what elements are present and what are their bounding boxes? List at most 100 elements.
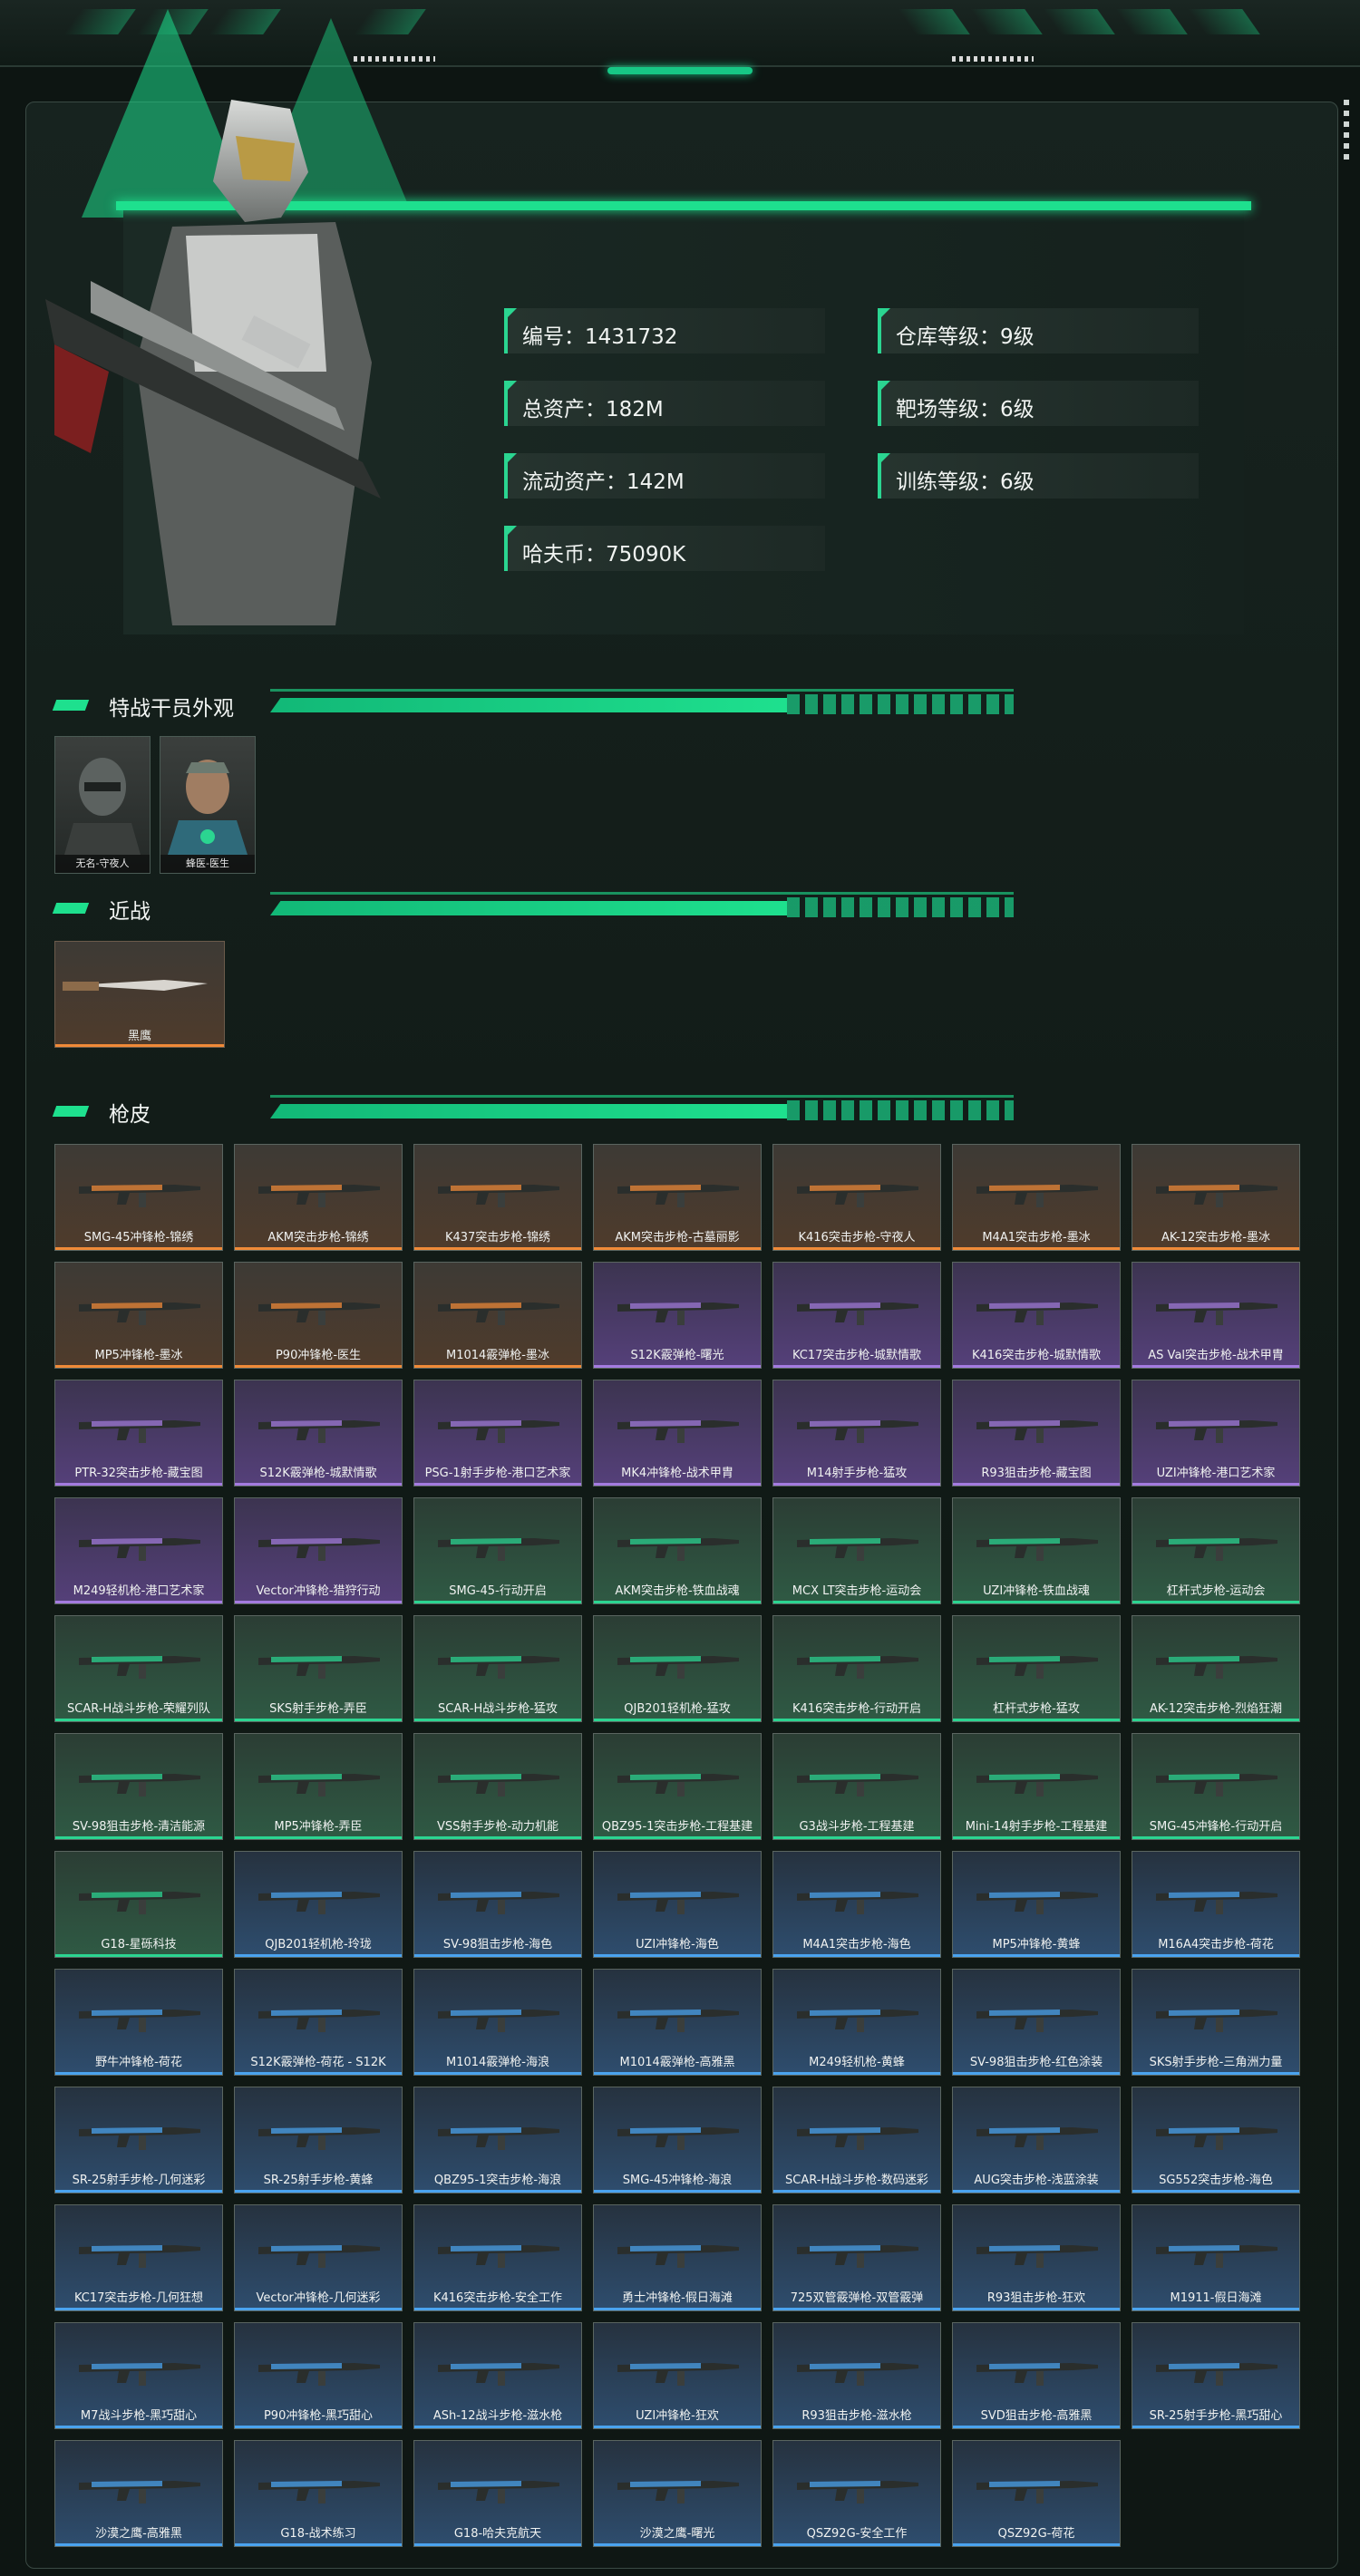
melee-card[interactable]: 黑鹰: [54, 941, 225, 1048]
weapon-skin-card[interactable]: MP5冲锋枪-墨冰: [54, 1262, 223, 1369]
weapon-skin-card[interactable]: 沙漠之鹰-高雅黑: [54, 2440, 223, 2547]
weapon-skin-card[interactable]: SV-98狙击步枪-红色涂装: [952, 1969, 1121, 2076]
weapon-skin-card[interactable]: SR-25射手步枪-几何迷彩: [54, 2087, 223, 2193]
weapon-skin-card[interactable]: ASh-12战斗步枪-滋水枪: [413, 2322, 582, 2429]
weapon-skin-card[interactable]: G18-哈夫克航天: [413, 2440, 582, 2547]
weapon-skin-card[interactable]: PSG-1射手步枪-港口艺术家: [413, 1380, 582, 1487]
weapon-skin-card[interactable]: SCAR-H战斗步枪-猛攻: [413, 1615, 582, 1722]
weapon-skin-card[interactable]: Vector冲锋枪-猎狩行动: [234, 1497, 403, 1604]
weapon-skin-card[interactable]: Mini-14射手步枪-工程基建: [952, 1733, 1121, 1840]
weapon-skin-card[interactable]: 杠杆式步枪-运动会: [1132, 1497, 1300, 1604]
weapon-skin-card[interactable]: S12K霰弹枪-荷花 - S12K: [234, 1969, 403, 2076]
operator-card[interactable]: 蜂医-医生: [160, 736, 256, 874]
weapon-skin-card[interactable]: SMG-45冲锋枪-海浪: [593, 2087, 762, 2193]
weapon-skin-card[interactable]: S12K霰弹枪-城默情歌: [234, 1380, 403, 1487]
weapon-skin-card[interactable]: 杠杆式步枪-猛攻: [952, 1615, 1121, 1722]
weapon-skin-card[interactable]: AUG突击步枪-浅蓝涂装: [952, 2087, 1121, 2193]
rarity-accent: [414, 1365, 581, 1368]
weapon-skin-card[interactable]: M14射手步枪-猛攻: [772, 1380, 941, 1487]
weapon-skin-card[interactable]: M7战斗步枪-黑巧甜心: [54, 2322, 223, 2429]
weapon-skin-card[interactable]: P90冲锋枪-黑巧甜心: [234, 2322, 403, 2429]
weapon-skin-card[interactable]: QBZ95-1突击步枪-海浪: [413, 2087, 582, 2193]
weapon-skin-card[interactable]: AKM突击步枪-古墓丽影: [593, 1144, 762, 1251]
weapon-skin-card[interactable]: AKM突击步枪-锦绣: [234, 1144, 403, 1251]
rarity-accent: [773, 1836, 940, 1839]
weapon-skin-card[interactable]: UZI冲锋枪-铁血战魂: [952, 1497, 1121, 1604]
weapon-skin-card[interactable]: M1014霰弹枪-海浪: [413, 1969, 582, 2076]
rifle-icon: [79, 2481, 200, 2503]
weapon-skin-card[interactable]: M1014霰弹枪-墨冰: [413, 1262, 582, 1369]
section-thin-line: [270, 892, 1014, 895]
weapon-skin-card[interactable]: KC17突击步枪-几何狂想: [54, 2204, 223, 2311]
rifle-icon: [258, 1538, 380, 1561]
weapon-skin-card[interactable]: M1014霰弹枪-高雅黑: [593, 1969, 762, 2076]
weapon-skin-card[interactable]: AK-12突击步枪-墨冰: [1132, 1144, 1300, 1251]
weapon-skin-card[interactable]: SKS射手步枪-弄臣: [234, 1615, 403, 1722]
weapon-skin-card[interactable]: K416突击步枪-行动开启: [772, 1615, 941, 1722]
weapon-skin-card[interactable]: MCX LT突击步枪-运动会: [772, 1497, 941, 1604]
weapon-skin-card[interactable]: SKS射手步枪-三角洲力量: [1132, 1969, 1300, 2076]
weapon-skin-card[interactable]: SV-98狙击步枪-海色: [413, 1851, 582, 1958]
weapon-skin-card[interactable]: SMG-45冲锋枪-锦绣: [54, 1144, 223, 1251]
weapon-skin-card[interactable]: M16A4突击步枪-荷花: [1132, 1851, 1300, 1958]
weapon-skin-card[interactable]: 沙漠之鹰-曙光: [593, 2440, 762, 2547]
section-title: 枪皮: [109, 1103, 151, 1127]
weapon-skin-card[interactable]: Vector冲锋枪-几何迷彩: [234, 2204, 403, 2311]
weapon-skin-card[interactable]: 野牛冲锋枪-荷花: [54, 1969, 223, 2076]
weapon-skin-card[interactable]: R93狙击步枪-狂欢: [952, 2204, 1121, 2311]
tick-decor: [952, 56, 1034, 62]
weapon-skin-card[interactable]: SG552突击步枪-海色: [1132, 2087, 1300, 2193]
weapon-skin-card[interactable]: AS Val突击步枪-战术甲胄: [1132, 1262, 1300, 1369]
weapon-skin-card[interactable]: SCAR-H战斗步枪-数码迷彩: [772, 2087, 941, 2193]
weapon-skin-card[interactable]: K416突击步枪-安全工作: [413, 2204, 582, 2311]
weapon-skin-card[interactable]: QSZ92G-安全工作: [772, 2440, 941, 2547]
weapon-skin-card[interactable]: G3战斗步枪-工程基建: [772, 1733, 941, 1840]
weapon-skin-card[interactable]: SMG-45冲锋枪-行动开启: [1132, 1733, 1300, 1840]
weapon-skin-card[interactable]: MP5冲锋枪-黄蜂: [952, 1851, 1121, 1958]
weapon-skin-card[interactable]: AK-12突击步枪-烈焰狂潮: [1132, 1615, 1300, 1722]
weapon-skin-card[interactable]: MP5冲锋枪-弄臣: [234, 1733, 403, 1840]
rifle-icon: [976, 2127, 1098, 2150]
weapon-skin-card[interactable]: MK4冲锋枪-战术甲胄: [593, 1380, 762, 1487]
weapon-skin-card[interactable]: 725双管霰弹枪-双管霰弹: [772, 2204, 941, 2311]
weapon-skin-card[interactable]: KC17突击步枪-城默情歌: [772, 1262, 941, 1369]
weapon-skin-card[interactable]: G18-战术练习: [234, 2440, 403, 2547]
weapon-skin-card[interactable]: SR-25射手步枪-黄蜂: [234, 2087, 403, 2193]
weapon-skin-card[interactable]: R93狙击步枪-滋水枪: [772, 2322, 941, 2429]
weapon-skin-card[interactable]: UZI冲锋枪-狂欢: [593, 2322, 762, 2429]
header-glow-bar: [607, 67, 753, 74]
weapon-skin-card[interactable]: QBZ95-1突击步枪-工程基建: [593, 1733, 762, 1840]
weapon-skin-card[interactable]: SR-25射手步枪-黑巧甜心: [1132, 2322, 1300, 2429]
weapon-skin-card[interactable]: M4A1突击步枪-墨冰: [952, 1144, 1121, 1251]
weapon-skin-card[interactable]: SCAR-H战斗步枪-荣耀列队: [54, 1615, 223, 1722]
weapon-skin-card[interactable]: VSS射手步枪-动力机能: [413, 1733, 582, 1840]
weapon-skin-card[interactable]: M249轻机枪-黄蜂: [772, 1969, 941, 2076]
rarity-accent: [55, 2190, 222, 2193]
weapon-skin-card[interactable]: K416突击步枪-城默情歌: [952, 1262, 1121, 1369]
weapon-skin-card[interactable]: SMG-45-行动开启: [413, 1497, 582, 1604]
weapon-skin-card[interactable]: AKM突击步枪-铁血战魂: [593, 1497, 762, 1604]
rifle-icon: [976, 1892, 1098, 1914]
weapon-skin-card[interactable]: M4A1突击步枪-海色: [772, 1851, 941, 1958]
weapon-skin-card[interactable]: K416突击步枪-守夜人: [772, 1144, 941, 1251]
weapon-skin-card[interactable]: QJB201轻机枪-玲珑: [234, 1851, 403, 1958]
rarity-accent: [1132, 2308, 1299, 2310]
weapon-skin-card[interactable]: M249轻机枪-港口艺术家: [54, 1497, 223, 1604]
scroll-indicator: [1344, 100, 1349, 163]
weapon-skin-card[interactable]: SV-98狙击步枪-清洁能源: [54, 1733, 223, 1840]
weapon-skin-card[interactable]: SVD狙击步枪-高雅黑: [952, 2322, 1121, 2429]
weapon-skin-card[interactable]: R93狙击步枪-藏宝图: [952, 1380, 1121, 1487]
weapon-skin-card[interactable]: QJB201轻机枪-猛攻: [593, 1615, 762, 1722]
chevron-decor: [970, 9, 1043, 34]
weapon-skin-card[interactable]: UZI冲锋枪-海色: [593, 1851, 762, 1958]
weapon-skin-card[interactable]: K437突击步枪-锦绣: [413, 1144, 582, 1251]
weapon-skin-card[interactable]: QSZ92G-荷花: [952, 2440, 1121, 2547]
weapon-skin-card[interactable]: M1911-假日海滩: [1132, 2204, 1300, 2311]
weapon-skin-card[interactable]: P90冲锋枪-医生: [234, 1262, 403, 1369]
weapon-skin-card[interactable]: G18-星砾科技: [54, 1851, 223, 1958]
weapon-skin-card[interactable]: S12K霰弹枪-曙光: [593, 1262, 762, 1369]
weapon-skin-card[interactable]: UZI冲锋枪-港口艺术家: [1132, 1380, 1300, 1487]
weapon-skin-card[interactable]: PTR-32突击步枪-藏宝图: [54, 1380, 223, 1487]
weapon-skin-card[interactable]: 勇士冲锋枪-假日海滩: [593, 2204, 762, 2311]
operator-card[interactable]: 无名-守夜人: [54, 736, 151, 874]
